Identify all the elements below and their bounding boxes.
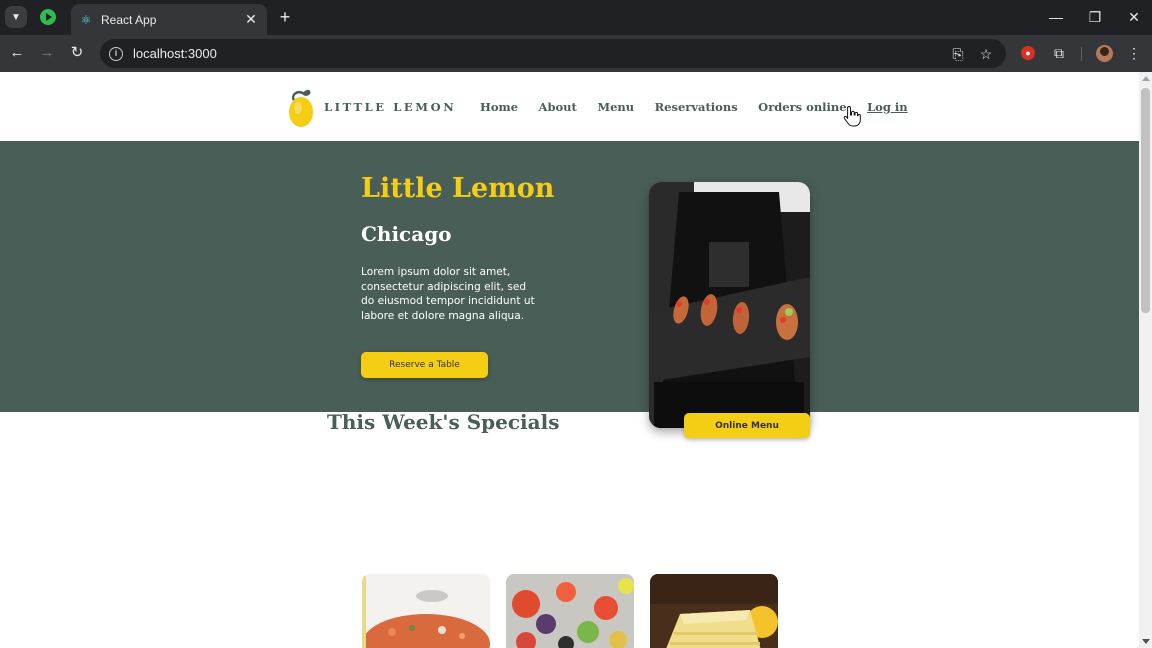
react-favicon-icon: ⚛	[80, 12, 92, 27]
special-card-image-lemon-dessert[interactable]	[650, 574, 778, 648]
special-card-image-greek-salad[interactable]	[362, 574, 490, 648]
tab-title: React App	[101, 12, 157, 27]
nav-link-menu[interactable]: Menu	[597, 100, 634, 114]
scroll-up-arrow-icon[interactable]	[1142, 76, 1150, 81]
restore-icon[interactable]: ❐	[1084, 6, 1106, 28]
toolbar-divider	[1081, 47, 1082, 61]
site-info-icon[interactable]: i	[109, 46, 123, 61]
online-menu-button[interactable]: Online Menu	[684, 413, 810, 438]
browser-toolbar: ← → ↻ i localhost:3000 ⎘ ☆ ● ⧉ ⋮	[0, 35, 1152, 72]
nav-link-reservations[interactable]: Reservations	[655, 100, 738, 114]
new-tab-button[interactable]: +	[276, 6, 294, 28]
scrollbar-thumb[interactable]	[1141, 88, 1150, 313]
back-arrow-icon[interactable]: ←	[6, 42, 28, 64]
extension-red-icon[interactable]: ●	[1021, 46, 1035, 60]
nav-link-orders-online[interactable]: Orders online	[758, 100, 846, 114]
tab-close-icon[interactable]: ✕	[243, 11, 259, 28]
tab-search-icon[interactable]: ▼	[5, 6, 27, 28]
hero-food-image	[649, 182, 810, 428]
forward-arrow-icon[interactable]: →	[36, 42, 58, 64]
site-logo[interactable]: LITTLE LEMON	[288, 86, 456, 128]
browser-tab-bar: ▼ ⚛ React App ✕ + — ❐ ✕	[0, 0, 1152, 35]
specials-title: This Week's Specials	[327, 410, 560, 434]
kebab-menu-icon[interactable]: ⋮	[1124, 43, 1144, 63]
browser-tab[interactable]: ⚛ React App ✕	[71, 4, 267, 35]
chef-holding-bruschetta-photo	[649, 182, 810, 428]
site-header: LITTLE LEMON Home About Menu Reservation…	[0, 72, 1139, 141]
hero-title: Little Lemon	[361, 173, 555, 204]
scroll-down-arrow-icon[interactable]	[1142, 639, 1150, 644]
lemon-logo-icon	[289, 89, 313, 127]
extensions-puzzle-icon[interactable]: ⧉	[1049, 43, 1069, 63]
hero-subtitle: Chicago	[361, 222, 452, 246]
page-scrollbar[interactable]	[1139, 72, 1152, 648]
hero-description: Lorem ipsum dolor sit amet, consectetur …	[361, 266, 535, 322]
hand-pointer-cursor-icon	[843, 105, 861, 127]
address-url[interactable]: localhost:3000	[133, 46, 217, 61]
reload-icon[interactable]: ↻	[66, 42, 88, 64]
hero-section: Little Lemon Chicago Lorem ipsum dolor s…	[0, 141, 1139, 412]
nav-link-about[interactable]: About	[539, 100, 577, 114]
reserve-table-button[interactable]: Reserve a Table	[361, 352, 488, 378]
bookmark-star-icon[interactable]: ☆	[976, 44, 996, 64]
nav-link-log-in[interactable]: Log in	[867, 100, 908, 114]
special-card-image-bruschetta[interactable]	[506, 574, 634, 648]
minimize-icon[interactable]: —	[1045, 6, 1067, 28]
tab-group-icon[interactable]	[40, 9, 56, 25]
address-bar[interactable]: i localhost:3000 ⎘ ☆	[100, 39, 1006, 68]
logo-text: LITTLE LEMON	[324, 100, 457, 114]
page-viewport: LITTLE LEMON Home About Menu Reservation…	[0, 72, 1139, 648]
close-window-icon[interactable]: ✕	[1123, 6, 1145, 28]
nav-link-home[interactable]: Home	[480, 100, 518, 114]
profile-avatar[interactable]	[1096, 45, 1113, 62]
install-app-icon[interactable]: ⎘	[948, 44, 968, 64]
